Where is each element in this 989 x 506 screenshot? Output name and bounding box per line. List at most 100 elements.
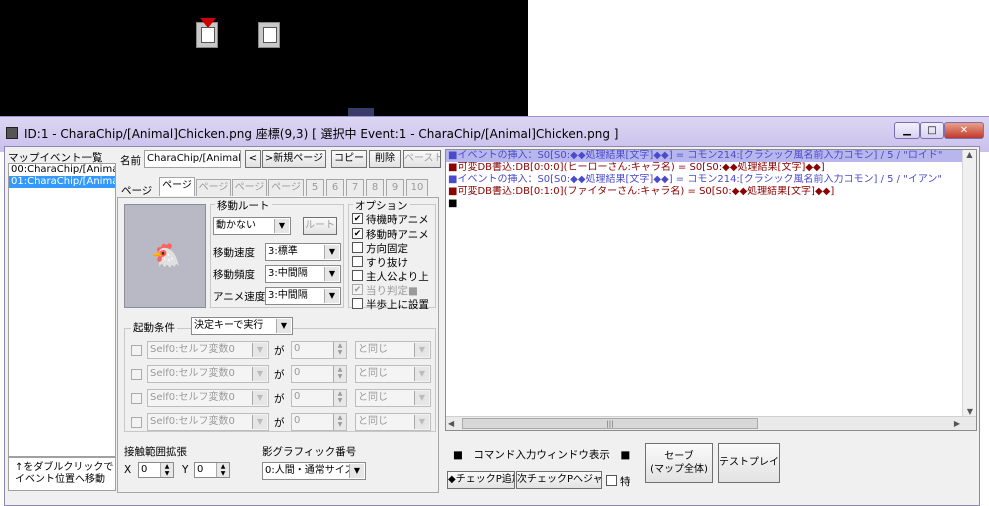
spinner-arrows-icon[interactable]: ▲ ▼ [333, 366, 346, 382]
testplay-button[interactable]: テストプレイ [718, 443, 780, 483]
condition-checkbox[interactable] [131, 345, 142, 356]
command-line[interactable]: ■可変DB書込:DB[0:1:0](ファイターさん:キャラ名) = S0[S0:… [446, 186, 976, 198]
tab-page-8[interactable]: 8 [366, 179, 384, 196]
shadow-select[interactable]: 0:人間・通常サイズ ▼ [262, 462, 366, 480]
condition-compare-select[interactable]: と同じ ▼ [355, 365, 431, 383]
tab-page-1[interactable]: ページ1 [159, 177, 195, 207]
tab-page-2[interactable]: ページ2 [196, 179, 231, 209]
checkbox[interactable] [352, 256, 363, 267]
ga-label: が [274, 369, 285, 381]
list-item[interactable]: 00:CharaChip/[Animal [9, 164, 115, 176]
map-event-chicken-2[interactable] [258, 22, 280, 48]
freq-select[interactable]: 3:中間隔 ▼ [265, 265, 341, 283]
condition-compare-select[interactable]: と同じ ▼ [355, 389, 431, 407]
option-label: 当り判定■ [366, 285, 418, 297]
add-checkpoint-button[interactable]: ◆チェックP追加 [447, 471, 515, 489]
copy-button[interactable]: コピー [331, 150, 367, 168]
checkbox[interactable] [352, 242, 363, 253]
spinner-arrows-icon[interactable]: ▲ ▼ [160, 463, 173, 477]
contact-y-spinner[interactable]: 0 ▲ ▼ [194, 462, 230, 478]
new-page-button[interactable]: >新規ページ [262, 150, 326, 168]
contact-title: 接触範囲拡張 [124, 446, 187, 458]
scroll-thumb[interactable]: ||| [462, 418, 758, 429]
special-checkbox[interactable] [606, 475, 617, 486]
checkbox[interactable]: ✔ [352, 284, 363, 295]
condition-var-select[interactable]: Self0:セルフ変数0 ▼ [147, 389, 269, 407]
spinner-arrows-icon[interactable]: ▲ ▼ [216, 463, 229, 477]
delete-button[interactable]: 削除 [369, 150, 401, 168]
event-name-input[interactable]: CharaChip/[Animal]C [144, 150, 241, 168]
condition-value-spinner[interactable]: 0 ▲ ▼ [291, 389, 347, 407]
speed-select[interactable]: 3:標準 ▼ [265, 243, 341, 261]
var-value: Self0:セルフ変数0 [150, 368, 235, 379]
condition-value-spinner[interactable]: 0 ▲ ▼ [291, 341, 347, 359]
event-list[interactable]: 00:CharaChip/[Animal 01:CharaChip/[Anima… [8, 163, 116, 457]
condition-var-select[interactable]: Self0:セルフ変数0 ▼ [147, 413, 269, 431]
condition-row: Self0:セルフ変数0 ▼ が 0 ▲ ▼ と同じ ▼ [131, 341, 431, 361]
condition-var-select[interactable]: Self0:セルフ変数0 ▼ [147, 365, 269, 383]
maximize-button[interactable]: □ [920, 122, 944, 139]
checkbox[interactable] [352, 298, 363, 309]
command-line[interactable]: ■可変DB書込:DB[0:0:0](ヒーローさん:キャラ名) = S0[S0:◆… [446, 162, 976, 174]
scroll-right-icon[interactable]: ▶ [954, 419, 960, 428]
tab-page-3[interactable]: ページ3 [232, 179, 267, 209]
tab-page-6[interactable]: 6 [326, 179, 344, 196]
checkbox[interactable]: ✔ [352, 213, 363, 224]
scroll-left-icon[interactable]: ◀ [448, 419, 454, 428]
condition-checkbox[interactable] [131, 393, 142, 404]
spin-value: 0 [294, 415, 301, 426]
condition-compare-select[interactable]: と同じ ▼ [355, 341, 431, 359]
horizontal-scrollbar[interactable]: ◀ ||| ▶ [446, 416, 976, 430]
condition-compare-select[interactable]: と同じ ▼ [355, 413, 431, 431]
command-window-label[interactable]: ■ コマンド入力ウィンドウ表示 ■ [453, 447, 630, 462]
map-event-chicken-1[interactable] [196, 18, 218, 48]
spinner-arrows-icon[interactable]: ▲ ▼ [333, 414, 346, 430]
chevron-down-icon: ▼ [414, 415, 429, 429]
page-panel: 🐔 移動ルート 動かない ▼ ルート 移動速度 3:標準 ▼ 移動頻度 3:中間隔 ▼… [117, 197, 439, 493]
map-view[interactable] [0, 0, 528, 118]
route-button[interactable]: ルート [303, 217, 337, 235]
options-title: オプション [353, 198, 410, 213]
command-line[interactable]: ■イベントの挿入：S0[S0:◆◆処理結果[文字]◆◆] = コモン214:[ク… [446, 174, 976, 186]
option-label: 半歩上に設置 [366, 299, 429, 311]
paste-button[interactable]: ペースト [403, 150, 441, 168]
var-value: Self0:セルフ変数0 [150, 392, 235, 403]
vertical-scrollbar[interactable]: ▲ ▼ [962, 150, 976, 416]
tab-page-4[interactable]: ページ4 [268, 179, 304, 209]
command-line[interactable]: ■イベントの挿入：S0[S0:◆◆処理結果[文字]◆◆] = コモン214:[ク… [446, 150, 976, 162]
condition-value-spinner[interactable]: 0 ▲ ▼ [291, 365, 347, 383]
checkbox[interactable] [352, 270, 363, 281]
tab-page-9[interactable]: 9 [386, 179, 404, 196]
condition-row: Self0:セルフ変数0 ▼ が 0 ▲ ▼ と同じ ▼ [131, 389, 431, 409]
jump-checkpoint-button[interactable]: 次チェックPへジャンプ [516, 471, 602, 489]
anim-select[interactable]: 3:中間隔 ▼ [265, 287, 341, 305]
close-button[interactable]: ✕ [944, 122, 984, 139]
condition-value-spinner[interactable]: 0 ▲ ▼ [291, 413, 347, 431]
trigger-select[interactable]: 決定キーで実行 ▼ [191, 317, 293, 335]
condition-checkbox[interactable] [131, 417, 142, 428]
anim-value: 3:中間隔 [268, 290, 308, 301]
condition-checkbox[interactable] [131, 369, 142, 380]
condition-var-select[interactable]: Self0:セルフ変数0 ▼ [147, 341, 269, 359]
tab-page-10[interactable]: 10 [406, 179, 428, 196]
command-list[interactable]: ■イベントの挿入：S0[S0:◆◆処理結果[文字]◆◆] = コモン214:[ク… [445, 149, 977, 431]
spin-value: 0 [294, 391, 301, 402]
spinner-arrows-icon[interactable]: ▲ ▼ [333, 390, 346, 406]
scroll-up-icon[interactable]: ▲ [963, 150, 976, 159]
scroll-down-icon[interactable]: ▼ [963, 407, 977, 416]
tab-page-7[interactable]: 7 [346, 179, 364, 196]
tab-page-5[interactable]: 5 [306, 179, 324, 196]
options-group: オプション ✔ 待機時アニメ ✔ 移動時アニメ 方向固定 すり抜け 主人公より上… [348, 198, 436, 311]
route-select[interactable]: 動かない ▼ [213, 217, 291, 235]
command-line-empty[interactable]: ■ [446, 198, 976, 210]
checkbox[interactable]: ✔ [352, 228, 363, 239]
save-button[interactable]: セーブ (マップ全体) [645, 443, 713, 483]
graphic-preview[interactable]: 🐔 [124, 204, 206, 308]
speed-label: 移動速度 [213, 247, 255, 259]
list-item-selected[interactable]: 01:CharaChip/[Animal [9, 176, 115, 188]
option-label: 主人公より上 [366, 271, 429, 283]
contact-x-spinner[interactable]: 0 ▲ ▼ [138, 462, 174, 478]
spinner-arrows-icon[interactable]: ▲ ▼ [333, 342, 346, 358]
prev-page-button[interactable]: < [245, 150, 261, 168]
minimize-button[interactable]: ▁ [894, 122, 920, 139]
